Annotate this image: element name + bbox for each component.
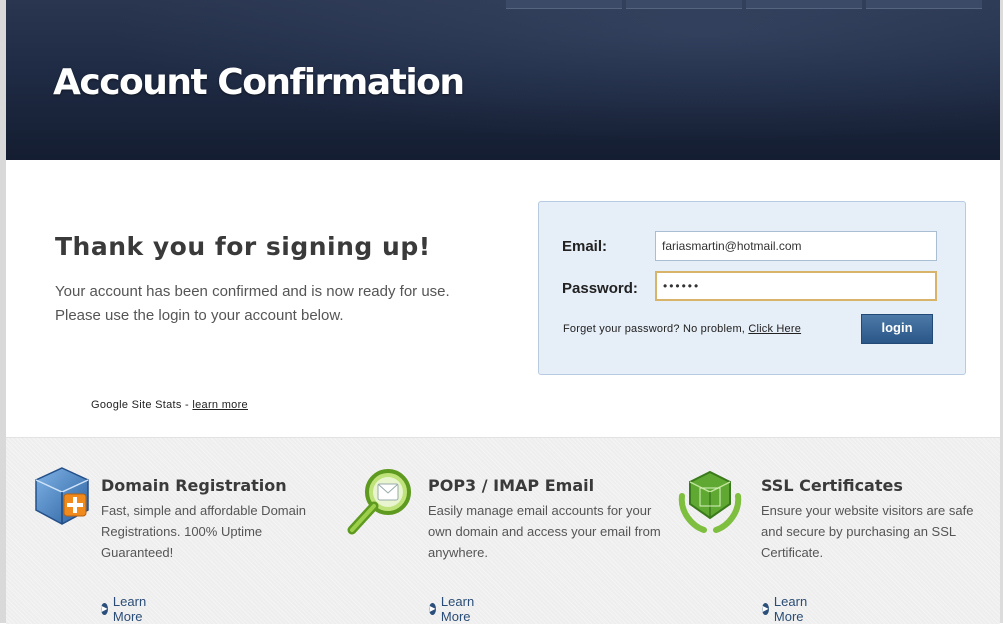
learn-more-email[interactable]: ▶ Learn More xyxy=(429,594,479,624)
top-nav-tab[interactable] xyxy=(506,0,622,9)
page-title: Account Confirmation xyxy=(53,62,465,103)
site-stats: Google Site Stats - learn more xyxy=(91,399,248,411)
click-here-link[interactable]: Click Here xyxy=(748,323,801,335)
top-nav-tabs xyxy=(506,0,982,9)
confirmation-line-2: Please use the login to your account bel… xyxy=(55,307,344,324)
arrow-right-icon: ▶ xyxy=(101,603,108,615)
arrow-right-icon: ▶ xyxy=(762,603,769,615)
ssl-shield-icon xyxy=(678,470,742,533)
feature-description: Fast, simple and affordable Domain Regis… xyxy=(101,503,306,560)
confirmation-line-1: Your account has been confirmed and is n… xyxy=(55,283,450,300)
login-button[interactable]: login xyxy=(861,314,933,344)
domain-box-icon xyxy=(35,467,89,525)
email-field[interactable] xyxy=(655,231,937,261)
learn-more-ssl[interactable]: ▶ Learn More xyxy=(762,594,812,624)
feature-title: POP3 / IMAP Email xyxy=(428,476,595,495)
arrow-right-icon: ▶ xyxy=(429,603,436,615)
magnifier-icon xyxy=(347,469,411,535)
thank-you-heading: Thank you for signing up! xyxy=(55,232,431,261)
password-label: Password: xyxy=(562,280,638,297)
forgot-password: Forget your password? No problem, Click … xyxy=(563,323,801,335)
page-header: Account Confirmation xyxy=(6,0,1000,160)
learn-more-domain[interactable]: ▶ Learn More xyxy=(101,594,151,624)
learn-more-link[interactable]: learn more xyxy=(192,399,248,411)
login-form: Email: Password: Forget your password? N… xyxy=(538,201,966,375)
site-stats-label: Google Site Stats - xyxy=(91,399,193,411)
feature-title: Domain Registration xyxy=(101,476,287,495)
confirmation-message: Your account has been confirmed and is n… xyxy=(55,280,525,328)
top-nav-tab[interactable] xyxy=(866,0,982,9)
learn-more-label: Learn More xyxy=(440,594,475,624)
learn-more-label: Learn More xyxy=(112,594,147,624)
email-label: Email: xyxy=(562,238,608,255)
features-band: Domain Registration Fast, simple and aff… xyxy=(6,437,1000,624)
feature-description: Ensure your website visitors are safe an… xyxy=(761,503,974,560)
top-nav-tab[interactable] xyxy=(746,0,862,9)
password-field[interactable] xyxy=(655,271,937,301)
top-nav-tab[interactable] xyxy=(626,0,742,9)
forgot-password-text: Forget your password? No problem, xyxy=(563,323,749,335)
feature-description: Easily manage email accounts for your ow… xyxy=(428,503,661,560)
feature-title: SSL Certificates xyxy=(761,476,903,495)
learn-more-label: Learn More xyxy=(773,594,808,624)
